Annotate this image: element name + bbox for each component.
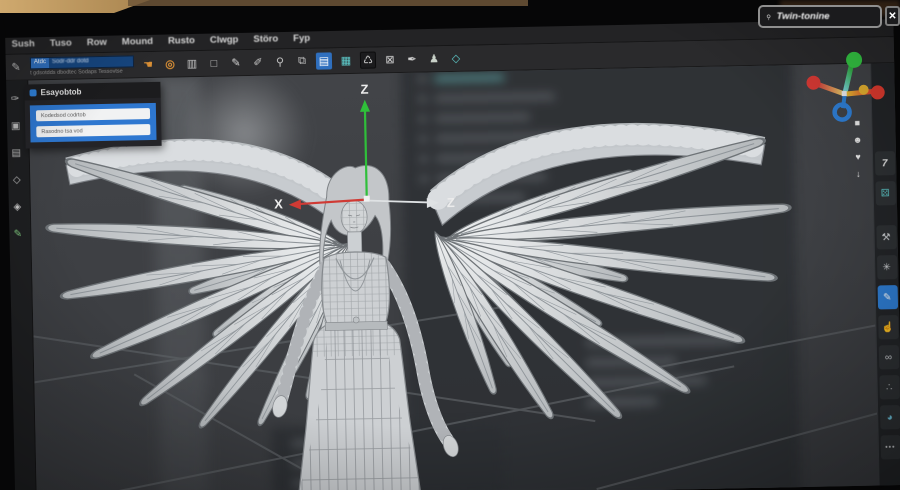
nav-axis-red-ball-left[interactable] xyxy=(806,75,821,90)
nav-axis-red-ball-right[interactable] xyxy=(870,85,885,100)
object-panel-body: Kodedsod codrtob Rasodno tsa vod xyxy=(24,97,162,149)
object-panel-title: Esayobtob xyxy=(40,86,82,97)
seven-flag-tool-icon[interactable]: 7 xyxy=(874,151,895,176)
wing-right xyxy=(426,131,795,428)
svg-text:Z: Z xyxy=(360,82,368,97)
search-close-button[interactable]: ✕ xyxy=(885,6,900,26)
cube-icon[interactable]: ◇ xyxy=(448,50,464,67)
search-text: Twin-tonine xyxy=(776,11,830,22)
dice-tool-icon[interactable]: ⚄ xyxy=(875,181,896,206)
address-value: Sodr-ddr dotd xyxy=(51,58,89,65)
menu-item-5[interactable]: Clwgp xyxy=(210,34,239,46)
draw-icon[interactable]: ✎ xyxy=(10,226,26,243)
person-chip-icon[interactable]: ☻ xyxy=(850,133,866,147)
address-segment: Atdc xyxy=(30,58,50,69)
background-wall-strip-dark xyxy=(128,0,528,6)
nav-axis-blue-ring[interactable] xyxy=(832,102,852,122)
address-field[interactable]: Atdc Sodr-ddr dotd t gdsotdds dbodtec So… xyxy=(29,55,135,77)
magnifier-icon[interactable]: ⚲ xyxy=(272,53,288,70)
view-chips-column: ■ ☻ ♥ ↓ xyxy=(849,116,866,181)
badge-icon[interactable]: ▥ xyxy=(184,55,200,72)
menu-item-1[interactable]: Tuso xyxy=(50,38,72,49)
layers-icon[interactable]: ▤ xyxy=(8,145,24,162)
sphere-tool-icon[interactable]: ◕ xyxy=(879,405,900,430)
menu-item-6[interactable]: Störo xyxy=(253,33,278,44)
hand-icon[interactable]: ☚ xyxy=(140,56,156,73)
nav-axis-green-ball[interactable] xyxy=(846,51,863,68)
hand-tool-icon[interactable]: ☝ xyxy=(877,315,899,340)
trash-icon[interactable]: ♺ xyxy=(359,51,377,69)
list-item[interactable]: Kodedsod codrtob xyxy=(35,108,151,122)
dots-tool-icon[interactable]: ∴ xyxy=(878,375,900,400)
pen-icon[interactable]: ✎ xyxy=(8,59,24,76)
menu-item-3[interactable]: Mound xyxy=(122,36,153,48)
brush-tool-icon[interactable]: ✎ xyxy=(877,285,898,310)
gizmo-origin-handle[interactable] xyxy=(363,195,370,202)
mesh-icon[interactable]: ◈ xyxy=(9,199,25,216)
search-icon: ⌕ xyxy=(762,10,775,23)
heart-chip-icon[interactable]: ♥ xyxy=(850,150,866,164)
dropper-icon[interactable]: ✑ xyxy=(7,91,23,108)
object-panel: Esayobtob Kodedsod codrtob Rasodno tsa v… xyxy=(24,81,162,149)
svg-text:Z: Z xyxy=(447,195,455,210)
angel-figure xyxy=(272,165,459,490)
folder-icon[interactable]: ▤ xyxy=(315,52,333,70)
person-icon[interactable]: ♟ xyxy=(426,50,442,67)
select-icon[interactable]: ▣ xyxy=(8,118,24,135)
list-item[interactable]: Rasodno tsa vod xyxy=(36,124,151,138)
poly-icon[interactable]: ◇ xyxy=(9,172,25,189)
nav-orientation-gizmo[interactable] xyxy=(796,47,890,131)
image-icon[interactable]: ⊠ xyxy=(382,51,398,68)
tag-icon[interactable]: ✐ xyxy=(250,54,266,71)
pencil-icon[interactable]: ✎ xyxy=(228,54,244,71)
ring-icon[interactable]: ◎ xyxy=(162,55,178,72)
nav-gizmo-center xyxy=(841,91,847,97)
menu-item-2[interactable]: Row xyxy=(87,37,107,48)
square-chip-icon[interactable]: ■ xyxy=(849,116,865,130)
link-tool-icon[interactable]: ∞ xyxy=(878,345,899,370)
more-tool-icon[interactable]: ••• xyxy=(880,435,900,460)
app-window: Sush Tuso Row Mound Rusto Clwgp Störo Fy… xyxy=(1,17,900,490)
quill-icon[interactable]: ✒ xyxy=(404,51,420,68)
menu-item-0[interactable]: Sush xyxy=(11,38,34,49)
wirebox-icon[interactable]: ▦ xyxy=(338,52,354,69)
menu-item-7[interactable]: Fyp xyxy=(293,33,310,44)
frame-icon[interactable]: □ xyxy=(206,55,222,72)
svg-text:X: X xyxy=(274,196,283,211)
menu-item-4[interactable]: Rusto xyxy=(168,35,195,47)
arrow-down-chip-icon[interactable]: ↓ xyxy=(850,167,866,181)
address-caption: t gdsotdds dbodtec Sodaps Tessovtse xyxy=(30,68,123,77)
panel-icon xyxy=(29,88,37,96)
copy-icon[interactable]: ⧉ xyxy=(294,53,310,70)
star-tool-icon[interactable]: ✳ xyxy=(876,255,897,280)
hammer-tool-icon[interactable]: ⚒ xyxy=(875,225,897,250)
selection-block: Kodedsod codrtob Rasodno tsa vod xyxy=(29,102,157,143)
search-box[interactable]: ⌕ Twin-tonine xyxy=(758,5,882,28)
photographed-monitor: Sush Tuso Row Mound Rusto Clwgp Störo Fy… xyxy=(0,0,900,490)
